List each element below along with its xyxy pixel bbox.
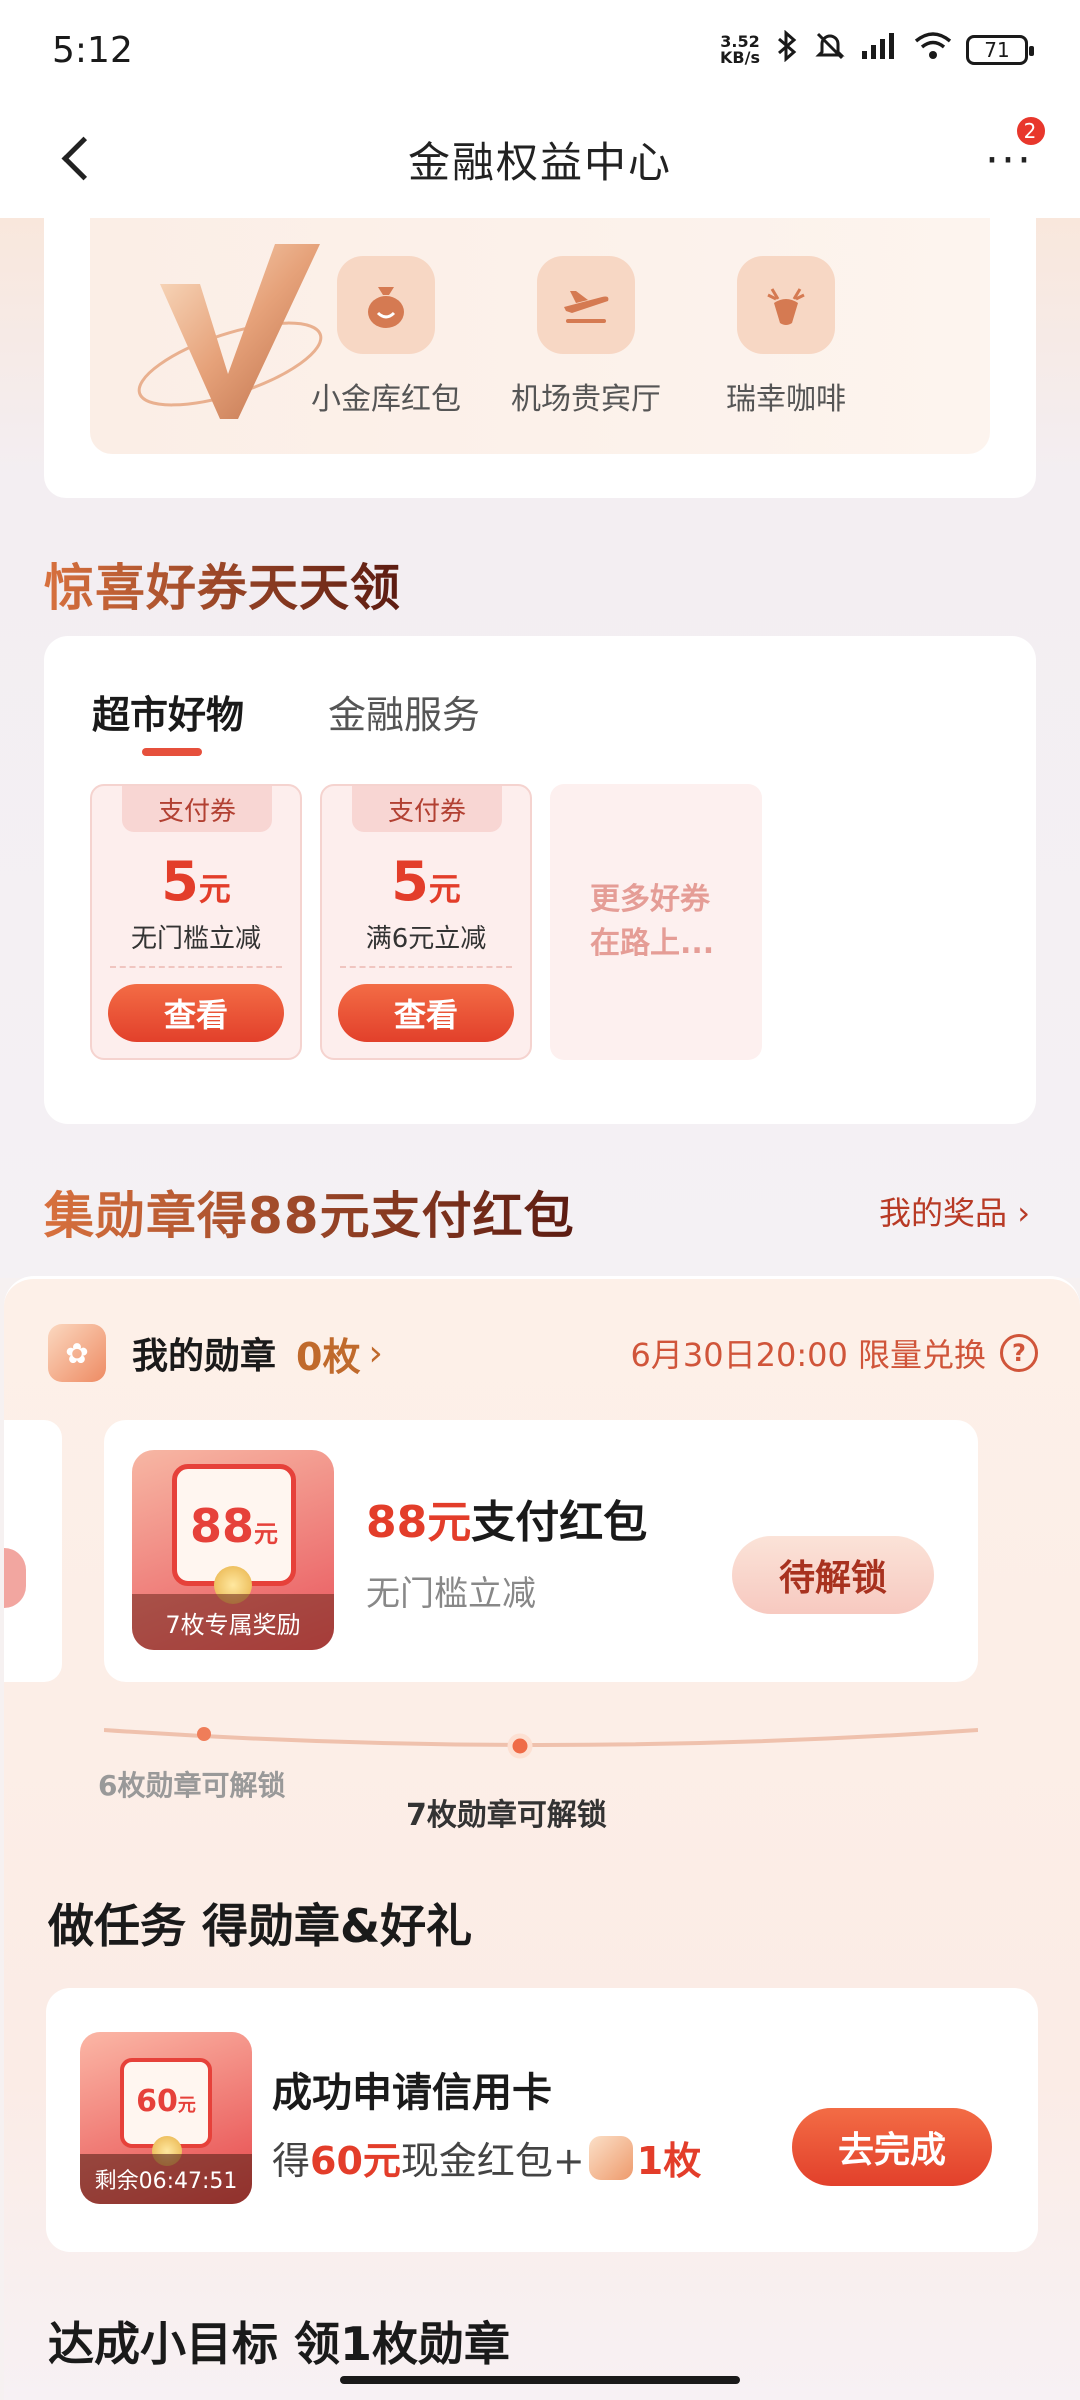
task-reward: 得 60元 现金红包+ 1枚	[272, 2130, 701, 2185]
view-coupon-button[interactable]: 查看	[338, 984, 514, 1042]
my-medal-label: 我的勋章	[132, 1336, 277, 1377]
benefit-luckin-coffee[interactable]: 瑞幸咖啡	[686, 256, 886, 418]
medal-section-title: 集勋章得88元支付红包	[44, 1176, 575, 1248]
coupon-description: 无门槛立减	[130, 924, 261, 954]
chevron-right-icon[interactable]: ›	[368, 1333, 382, 1374]
progress-label: 6枚勋章可解锁	[98, 1769, 286, 1802]
goal-section-title: 达成小目标 领1枚勋章	[48, 2317, 511, 2371]
my-medal-row: ✿ 我的勋章 0枚 › 6月30日20:00 限量兑换 ?	[48, 1320, 1038, 1386]
coupon-description: 满6元立减	[365, 924, 487, 954]
home-indicator[interactable]	[340, 2376, 740, 2384]
prize-title: 88元支付红包	[366, 1497, 648, 1548]
red-packet-image: 88元 7枚专属奖励	[132, 1450, 334, 1650]
coupon-tag: 支付券	[352, 786, 502, 832]
status-icons: 3.52 KB/s 71	[720, 29, 1034, 70]
benefit-label: 瑞幸咖啡	[726, 382, 846, 417]
deer-icon	[737, 256, 835, 354]
countdown-timer: 剩余06:47:51	[80, 2154, 252, 2204]
tab-financial-services[interactable]: 金融服务	[328, 684, 480, 739]
my-prizes-link[interactable]: 我的奖品 ›	[879, 1188, 1030, 1234]
benefits-card: 小金库红包 机场贵宾厅 瑞幸咖啡	[44, 218, 1036, 498]
progress-label-active: 7枚勋章可解锁	[406, 1798, 607, 1833]
coupon-tag: 支付券	[122, 786, 272, 832]
bluetooth-icon	[774, 29, 800, 70]
notification-badge: 2	[1014, 114, 1048, 148]
view-coupon-button[interactable]: 查看	[108, 984, 284, 1042]
money-bag-icon	[337, 256, 435, 354]
benefit-airport-lounge[interactable]: 机场贵宾厅	[486, 256, 686, 418]
task-name: 成功申请信用卡	[272, 2070, 552, 2116]
progress-dot-active	[507, 1733, 533, 1759]
coupon-divider	[110, 966, 282, 968]
app-header: 金融权益中心 ··· 2	[0, 100, 1080, 218]
more-options-button[interactable]: ··· 2	[974, 114, 1048, 190]
benefits-strip: 小金库红包 机场贵宾厅 瑞幸咖啡	[90, 218, 990, 454]
tab-supermarket[interactable]: 超市好物	[92, 684, 244, 739]
wifi-icon	[914, 31, 952, 69]
coupon-card: 支付券 5元 满6元立减 查看	[320, 784, 532, 1060]
coupon-card: 支付券 5元 无门槛立减 查看	[90, 784, 302, 1060]
benefit-xiaojinku[interactable]: 小金库红包	[286, 256, 486, 418]
my-medal-count[interactable]: 0枚	[296, 1326, 360, 1381]
tasks-section-title: 做任务 得勋章&好礼	[48, 1899, 473, 1953]
locked-button[interactable]: 待解锁	[732, 1536, 934, 1614]
more-coupons-placeholder: 更多好券 在路上...	[550, 784, 762, 1060]
medal-icon: ✿	[48, 1324, 106, 1382]
medal-icon	[588, 2135, 633, 2180]
exchange-deadline: 6月30日20:00 限量兑换	[630, 1336, 986, 1374]
battery-indicator: 71	[966, 35, 1034, 65]
tab-active-indicator	[142, 748, 202, 756]
benefit-label: 机场贵宾厅	[511, 382, 661, 417]
status-bar: 5:12 3.52 KB/s 71	[0, 0, 1080, 100]
help-icon[interactable]: ?	[1000, 1334, 1038, 1372]
task-paper: 60元	[120, 2058, 212, 2148]
airplane-icon	[537, 256, 635, 354]
cash-red-packet-image: 60元 剩余06:47:51	[80, 2032, 252, 2204]
status-time: 5:12	[52, 29, 133, 71]
mute-bell-icon	[814, 30, 846, 70]
coupons-section-title: 惊喜好券天天领	[44, 548, 401, 620]
prize-card: 88元 7枚专属奖励 88元支付红包 无门槛立减 待解锁	[104, 1420, 978, 1682]
prize-subtitle: 无门槛立减	[366, 1574, 536, 1614]
progress-dot	[197, 1727, 211, 1741]
page-title: 金融权益中心	[407, 137, 672, 187]
coupon-divider	[340, 966, 512, 968]
coupon-amount: 5元	[161, 850, 231, 913]
prize-ribbon: 7枚专属奖励	[132, 1594, 334, 1650]
chevron-right-icon: ›	[1017, 1194, 1030, 1232]
back-button[interactable]	[48, 128, 108, 188]
go-complete-button[interactable]: 去完成	[792, 2108, 992, 2186]
coupon-amount: 5元	[391, 850, 461, 913]
coupons-card: 超市好物 金融服务 支付券 5元 无门槛立减 查看 支付券 5元 满6元立减 查…	[44, 636, 1036, 1124]
task-card: 60元 剩余06:47:51 成功申请信用卡 得 60元 现金红包+ 1枚 去完…	[46, 1988, 1038, 2252]
signal-icon	[860, 31, 900, 69]
benefit-label: 小金库红包	[311, 382, 461, 417]
network-speed: 3.52 KB/s	[720, 32, 760, 67]
